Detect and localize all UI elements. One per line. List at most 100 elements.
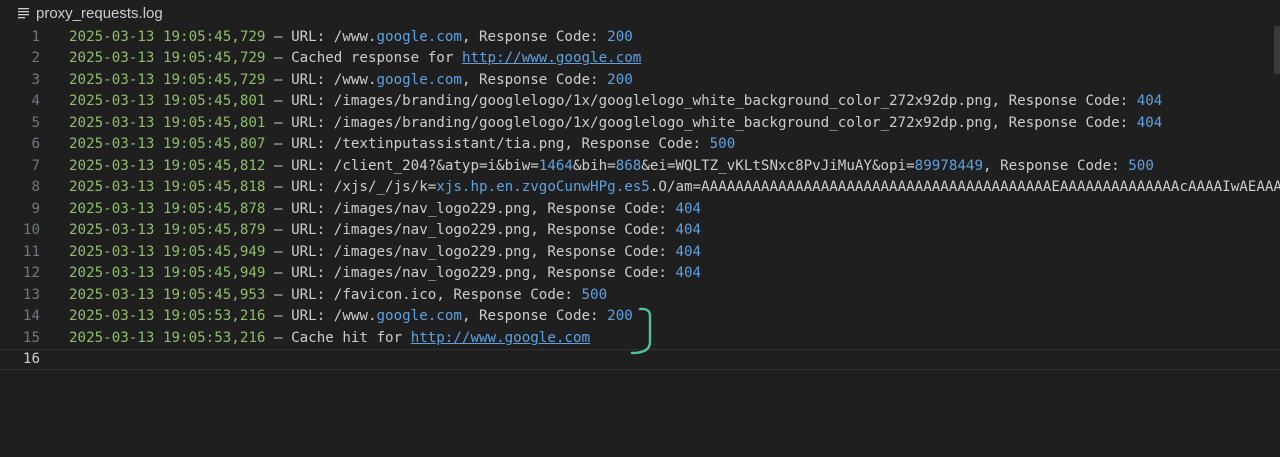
log-number: 500 <box>1128 157 1154 174</box>
log-text: – URL: /images/nav_logo229.png, Response… <box>265 222 676 239</box>
log-text: – URL: /www. <box>265 71 377 88</box>
log-host: xjs.hp.en.zvgoCunwHPg.es5 <box>436 179 650 196</box>
log-text: – URL: /images/branding/googlelogo/1x/go… <box>265 93 1137 110</box>
log-host: google.com <box>376 308 462 325</box>
line-number: 1 <box>31 28 40 45</box>
log-line-text: 2025-03-13 19:05:45,818 – URL: /xjs/_/js… <box>69 179 1280 195</box>
log-line-text: 2025-03-13 19:05:45,878 – URL: /images/n… <box>69 201 701 217</box>
log-line[interactable]: 4 2025-03-13 19:05:45,801 – URL: /images/… <box>0 91 1280 113</box>
log-timestamp: 2025-03-13 19:05:45,879 <box>69 222 266 239</box>
log-line[interactable]: 2 2025-03-13 19:05:45,729 – Cached respon… <box>0 48 1280 70</box>
log-line-text: 2025-03-13 19:05:45,949 – URL: /images/n… <box>69 244 701 260</box>
log-number: 500 <box>709 136 736 153</box>
line-number: 2 <box>31 50 40 67</box>
log-number: 404 <box>1136 114 1163 131</box>
log-timestamp: 2025-03-13 19:05:45,807 <box>69 136 266 153</box>
log-timestamp: 2025-03-13 19:05:53,216 <box>69 308 266 325</box>
code-editor[interactable]: 1 2025-03-13 19:05:45,729 – URL: /www.goo… <box>0 26 1280 457</box>
log-line-text: 2025-03-13 19:05:45,729 – URL: /www.goog… <box>69 29 633 45</box>
log-line-text: 2025-03-13 19:05:53,216 – URL: /www.goog… <box>69 308 633 324</box>
log-text: – URL: /www. <box>265 28 377 45</box>
log-line[interactable]: 6 2025-03-13 19:05:45,807 – URL: /textinp… <box>0 134 1280 156</box>
log-line-text: 2025-03-13 19:05:45,949 – URL: /images/n… <box>69 265 701 281</box>
log-timestamp: 2025-03-13 19:05:45,949 <box>69 265 266 282</box>
log-text: – URL: /favicon.ico, Response Code: <box>265 286 582 303</box>
log-line[interactable]: 3 2025-03-13 19:05:45,729 – URL: /www.goo… <box>0 69 1280 91</box>
log-timestamp: 2025-03-13 19:05:45,949 <box>69 243 266 260</box>
log-text: – URL: /images/nav_logo229.png, Response… <box>265 200 676 217</box>
log-timestamp: 2025-03-13 19:05:45,729 <box>69 28 266 45</box>
log-line[interactable]: 9 2025-03-13 19:05:45,878 – URL: /images/… <box>0 198 1280 220</box>
log-timestamp: 2025-03-13 19:05:45,878 <box>69 200 266 217</box>
log-url-link[interactable]: http://www.google.com <box>411 330 590 346</box>
line-number: 8 <box>31 179 40 196</box>
log-line-text: 2025-03-13 19:05:53,216 – Cache hit for … <box>69 330 590 346</box>
line-number: 10 <box>22 222 40 239</box>
log-host: google.com <box>376 71 462 88</box>
log-line-text: 2025-03-13 19:05:45,729 – Cached respons… <box>69 50 641 66</box>
line-number: 4 <box>31 93 40 110</box>
log-text: – URL: /www. <box>265 308 377 325</box>
log-line-text: 2025-03-13 19:05:45,953 – URL: /favicon.… <box>69 287 607 303</box>
log-number: 404 <box>675 222 702 239</box>
line-number: 13 <box>22 286 40 303</box>
vertical-scrollbar[interactable] <box>1274 26 1280 74</box>
log-text: – URL: /images/branding/googlelogo/1x/go… <box>265 114 1137 131</box>
editor-tab[interactable]: proxy_requests.log <box>0 0 1280 26</box>
log-timestamp: 2025-03-13 19:05:45,818 <box>69 179 266 196</box>
log-number: 404 <box>675 243 702 260</box>
log-line[interactable]: 8 2025-03-13 19:05:45,818 – URL: /xjs/_/j… <box>0 177 1280 199</box>
log-line[interactable]: 7 2025-03-13 19:05:45,812 – URL: /client_… <box>0 155 1280 177</box>
log-text: .O/am=AAAAAAAAAAAAAAAAAAAAAAAAAAAAAAAAAA… <box>649 179 1280 196</box>
log-line[interactable]: 10 2025-03-13 19:05:45,879 – URL: /images… <box>0 220 1280 242</box>
line-number: 14 <box>22 308 40 325</box>
log-text: – Cache hit for <box>265 329 411 346</box>
log-text: – URL: /xjs/_/js/k= <box>265 179 437 196</box>
line-number: 5 <box>31 114 40 131</box>
file-lines-icon <box>17 6 30 20</box>
log-number: 868 <box>615 157 642 174</box>
log-text: , Response Code: <box>983 157 1129 174</box>
line-number: 3 <box>31 71 40 88</box>
log-number: 89978449 <box>914 157 984 174</box>
log-timestamp: 2025-03-13 19:05:53,216 <box>69 329 266 346</box>
log-timestamp: 2025-03-13 19:05:45,729 <box>69 50 266 67</box>
log-line[interactable]: 12 2025-03-13 19:05:45,949 – URL: /images… <box>0 263 1280 285</box>
log-line[interactable]: 5 2025-03-13 19:05:45,801 – URL: /images/… <box>0 112 1280 134</box>
log-line[interactable]: 13 2025-03-13 19:05:45,953 – URL: /favico… <box>0 284 1280 306</box>
log-number: 500 <box>581 286 608 303</box>
log-line-text: 2025-03-13 19:05:45,801 – URL: /images/b… <box>69 115 1162 131</box>
log-line-text: 2025-03-13 19:05:45,812 – URL: /client_2… <box>69 158 1154 174</box>
log-number: 404 <box>1136 93 1163 110</box>
log-text: , Response Code: <box>461 28 608 45</box>
log-number: 200 <box>607 28 633 45</box>
log-timestamp: 2025-03-13 19:05:45,812 <box>69 157 266 174</box>
log-text: &bih= <box>572 157 616 174</box>
line-number: 15 <box>22 329 40 346</box>
log-text: – URL: /images/nav_logo229.png, Response… <box>265 265 676 282</box>
log-line-text: 2025-03-13 19:05:45,807 – URL: /textinpu… <box>69 136 735 152</box>
log-text: , Response Code: <box>461 308 608 325</box>
log-text: – URL: /images/nav_logo229.png, Response… <box>265 243 676 260</box>
line-number: 11 <box>22 243 40 260</box>
log-number: 200 <box>607 71 633 88</box>
log-timestamp: 2025-03-13 19:05:45,729 <box>69 71 266 88</box>
bracket-annotation <box>630 307 652 355</box>
log-line-text: 2025-03-13 19:05:45,801 – URL: /images/b… <box>69 93 1162 109</box>
log-timestamp: 2025-03-13 19:05:45,953 <box>69 286 266 303</box>
log-timestamp: 2025-03-13 19:05:45,801 <box>69 114 266 131</box>
log-url-link[interactable]: http://www.google.com <box>462 50 641 66</box>
log-number: 404 <box>675 265 702 282</box>
line-number: 7 <box>31 157 40 174</box>
log-host: google.com <box>376 28 462 45</box>
line-number: 9 <box>31 200 40 217</box>
tab-filename: proxy_requests.log <box>36 4 163 22</box>
log-line-text: 2025-03-13 19:05:45,729 – URL: /www.goog… <box>69 72 633 88</box>
log-line[interactable]: 11 2025-03-13 19:05:45,949 – URL: /images… <box>0 241 1280 263</box>
line-number: 12 <box>22 265 40 282</box>
log-line[interactable]: 1 2025-03-13 19:05:45,729 – URL: /www.goo… <box>0 26 1280 48</box>
log-text: – URL: /client_204?&atyp=i&biw= <box>265 157 539 174</box>
log-text: – Cached response for <box>265 50 462 67</box>
log-timestamp: 2025-03-13 19:05:45,801 <box>69 93 266 110</box>
line-number: 16 <box>22 351 40 368</box>
